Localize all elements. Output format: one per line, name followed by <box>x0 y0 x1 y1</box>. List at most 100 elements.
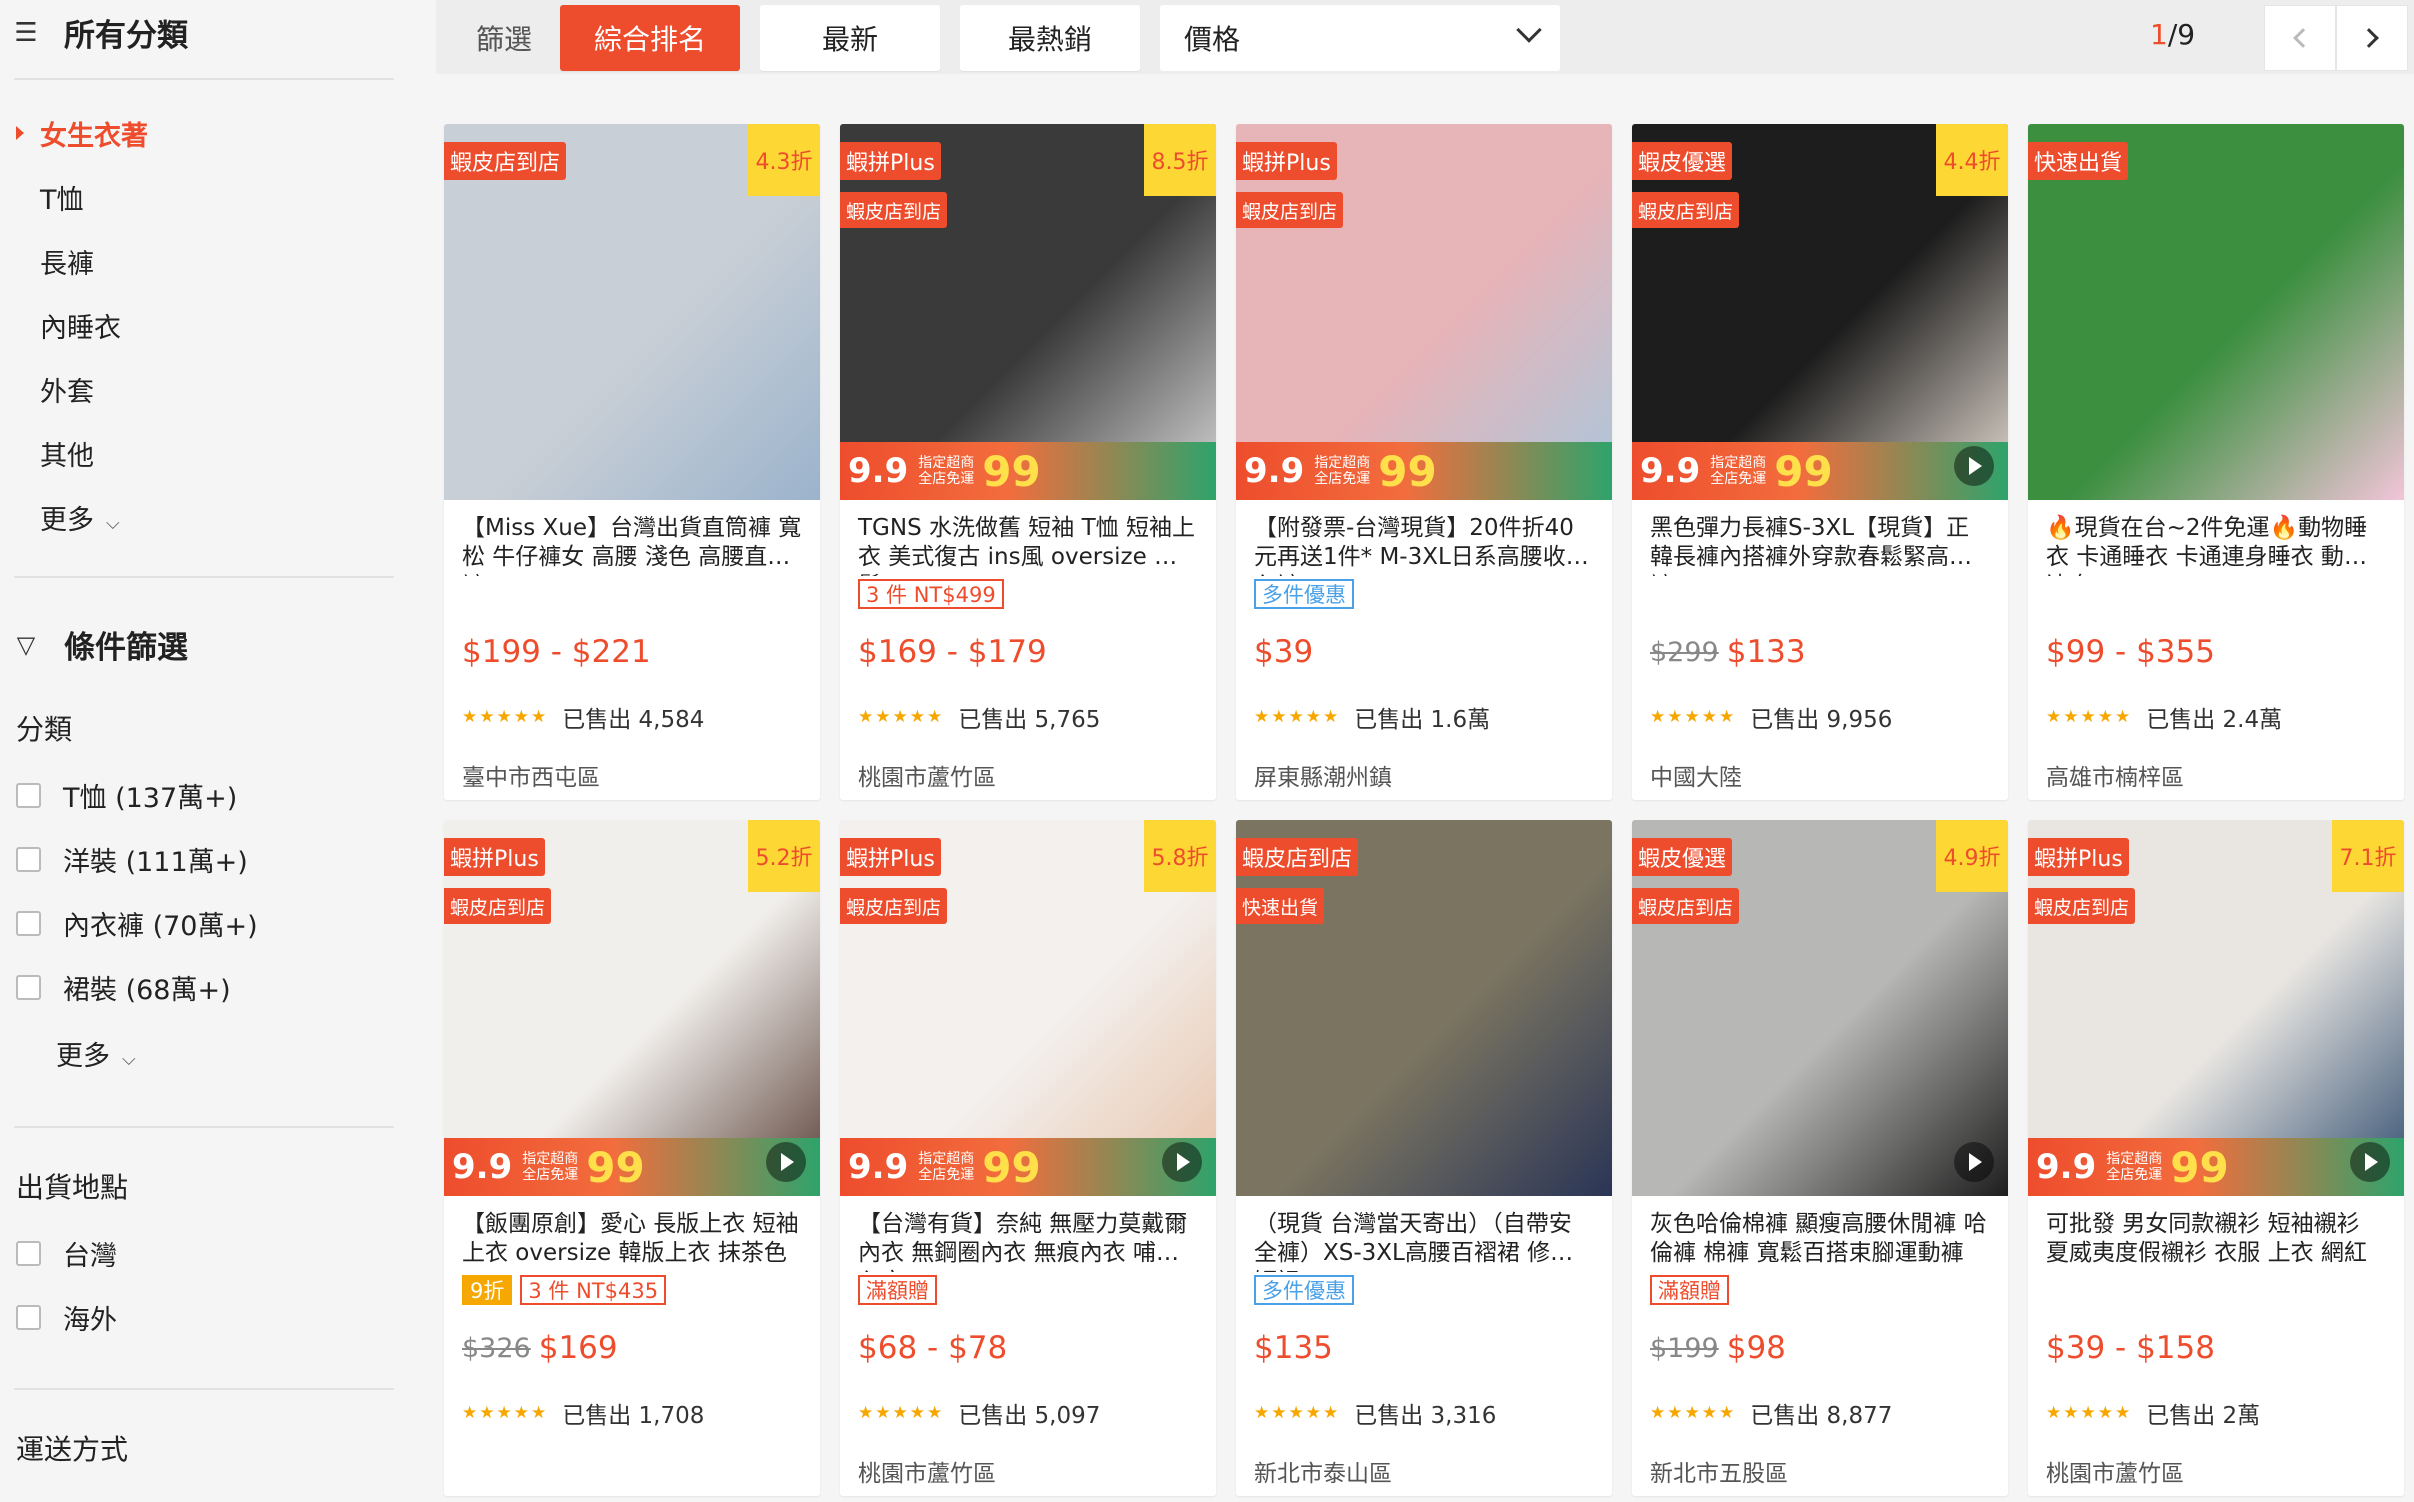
checkbox[interactable] <box>16 1241 41 1266</box>
product-image[interactable]: 蝦拼Plus 蝦皮店到店 5.2折 9.9 指定超商 全店免運 99 <box>444 820 820 1196</box>
product-image[interactable]: 蝦皮店到店 4.3折 <box>444 124 820 500</box>
prev-page-button[interactable] <box>2264 5 2336 71</box>
product-title[interactable]: 黑色彈力長褲S-3XL【現貨】正韓長褲內搭褲外穿款春鬆緊高腰褲 <box>1632 500 2008 576</box>
promo-99: 99 <box>982 1142 1041 1192</box>
product-price-row: $299 $133 <box>1632 632 2008 672</box>
category-other[interactable]: 其他 <box>40 434 94 473</box>
checkbox[interactable] <box>16 975 41 1000</box>
product-title[interactable]: 【附發票-台灣現貨】20件折40元再送1件* M-3XL日系高腰收腹內褲 <box>1236 500 1612 576</box>
checkbox[interactable] <box>16 783 41 808</box>
product-title[interactable]: （現貨 台灣當天寄出）（自帶安全褲）XS-3XL高腰百褶裙 修身短裙 <box>1236 1196 1612 1272</box>
product-image[interactable]: 快速出貨 <box>2028 124 2404 500</box>
filter-option-skirt[interactable]: 裙裝 (68萬+) <box>16 968 231 1007</box>
shop-badge: 蝦皮優選 <box>1632 142 1733 180</box>
rating-sold-row: ★★★★★ 已售出 1,708 <box>444 1396 820 1430</box>
product-card[interactable]: 蝦皮店到店 快速出貨 （現貨 台灣當天寄出）（自帶安全褲）XS-3XL高腰百褶裙 修… <box>1236 820 1612 1496</box>
filter-option-underwear[interactable]: 內衣褲 (70萬+) <box>16 904 258 943</box>
product-card[interactable]: 蝦拼Plus 蝦皮店到店 9.9 指定超商 全店免運 99 【附發票-台灣現貨】20件折40… <box>1236 124 1612 800</box>
product-title[interactable]: 【飯團原創】愛心 長版上衣 短袖上衣 oversize 韓版上衣 抹茶色 <box>444 1196 820 1272</box>
rating-sold-row: ★★★★★ 已售出 9,956 <box>1632 700 2008 734</box>
shop-location: 桃園市蘆竹區 <box>858 765 996 791</box>
play-icon[interactable] <box>2350 1142 2390 1182</box>
shipping-option-overseas[interactable]: 海外 <box>16 1298 117 1337</box>
product-title[interactable]: 🔥現貨在台~2件免運🔥動物睡衣 卡通睡衣 卡通連身睡衣 動物連身 <box>2028 500 2404 576</box>
page-total: /9 <box>2167 18 2196 51</box>
category-sleepwear[interactable]: 內睡衣 <box>40 306 121 345</box>
sort-top-sales-button[interactable]: 最熱銷 <box>960 5 1140 71</box>
shop-location: 屏東縣潮州鎮 <box>1254 765 1392 791</box>
category-women-clothing[interactable]: 女生衣著 <box>40 114 148 153</box>
product-card[interactable]: 蝦拼Plus 蝦皮店到店 5.2折 9.9 指定超商 全店免運 99 【飯團原創】愛心 長版上… <box>444 820 820 1496</box>
product-image[interactable]: 蝦拼Plus 蝦皮店到店 5.8折 9.9 指定超商 全店免運 99 <box>840 820 1216 1196</box>
shipping-option-taiwan[interactable]: 台灣 <box>16 1234 117 1273</box>
shop-badge: 蝦拼Plus <box>1236 142 1337 180</box>
product-card[interactable]: 快速出貨 🔥現貨在台~2件免運🔥動物睡衣 卡通睡衣 卡通連身睡衣 動物連身 $99 … <box>2028 124 2404 800</box>
product-title[interactable]: 【台灣有貨】奈純 無壓力莫戴爾內衣 無鋼圈內衣 無痕內衣 哺乳內衣 <box>840 1196 1216 1272</box>
filter-option-dress[interactable]: 洋裝 (111萬+) <box>16 840 248 879</box>
rating-sold-row: ★★★★★ 已售出 2萬 <box>2028 1396 2404 1430</box>
caret-right-icon <box>16 126 24 140</box>
promo-text: 指定超商 全店免運 <box>2106 1151 2162 1183</box>
product-image[interactable]: 蝦皮店到店 快速出貨 <box>1236 820 1612 1196</box>
product-title[interactable]: 灰色哈倫棉褲 顯瘦高腰休閒褲 哈倫褲 棉褲 寬鬆百搭束腳運動褲 <box>1632 1196 2008 1272</box>
option-label: 裙裝 (68萬+) <box>63 975 231 1006</box>
chevron-down-icon: ⌵ <box>122 1049 136 1070</box>
product-price-row: $199 $98 <box>1632 1328 2008 1368</box>
product-tags <box>2028 1272 2404 1308</box>
product-price: $99 - $355 <box>2046 634 2215 670</box>
checkbox[interactable] <box>16 911 41 936</box>
star-rating-icon: ★★★★★ <box>2046 707 2133 727</box>
product-price: $133 <box>1726 634 1806 670</box>
product-card[interactable]: 蝦拼Plus 蝦皮店到店 8.5折 9.9 指定超商 全店免運 99 TGNS 水洗做舊 短袖… <box>840 124 1216 800</box>
checkbox[interactable] <box>16 1305 41 1330</box>
more-label: 更多 <box>56 1041 110 1072</box>
price-sort-select[interactable]: 價格 <box>1160 5 1560 71</box>
product-image[interactable]: 蝦拼Plus 蝦皮店到店 9.9 指定超商 全店免運 99 <box>1236 124 1612 500</box>
shop-badge: 蝦皮店到店 <box>1236 838 1359 876</box>
play-icon[interactable] <box>766 1142 806 1182</box>
product-title[interactable]: TGNS 水洗做舊 短袖 T恤 短袖上衣 美式復古 ins風 oversize … <box>840 500 1216 576</box>
product-image[interactable]: 蝦皮優選 蝦皮店到店 4.4折 9.9 指定超商 全店免運 99 <box>1632 124 2008 500</box>
promo-tag: 滿額贈 <box>1650 1275 1729 1305</box>
product-title[interactable]: 可批發 男女同款襯衫 短袖襯衫 夏威夷度假襯衫 衣服 上衣 網紅 <box>2028 1196 2404 1272</box>
shop-location: 高雄市楠梓區 <box>2046 765 2184 791</box>
all-categories-header[interactable]: ☰ 所有分類 <box>14 10 188 55</box>
play-icon[interactable] <box>1954 446 1994 486</box>
rating-sold-row: ★★★★★ 已售出 5,765 <box>840 700 1216 734</box>
product-card[interactable]: 蝦皮店到店 4.3折 【Miss Xue】台灣出貨直筒褲 寬松 牛仔褲女 高腰 淺色… <box>444 124 820 800</box>
checkbox[interactable] <box>16 847 41 872</box>
category-tshirt[interactable]: T恤 <box>40 178 84 217</box>
next-page-button[interactable] <box>2336 5 2408 71</box>
product-card[interactable]: 蝦皮優選 蝦皮店到店 4.9折 灰色哈倫棉褲 顯瘦高腰休閒褲 哈倫褲 棉褲 寬鬆百搭束… <box>1632 820 2008 1496</box>
product-price: $68 - $78 <box>858 1330 1008 1366</box>
play-icon[interactable] <box>1954 1142 1994 1182</box>
product-card[interactable]: 蝦拼Plus 蝦皮店到店 5.8折 9.9 指定超商 全店免運 99 【台灣有貨】奈純 無壓力… <box>840 820 1216 1496</box>
sidebar: ☰ 所有分類 女生衣著 T恤 長褲 內睡衣 外套 其他 更多 ⌵ ▽ 條件篩選 分… <box>0 0 430 1502</box>
category-more-button[interactable]: 更多 ⌵ <box>40 498 120 537</box>
product-image[interactable]: 蝦拼Plus 蝦皮店到店 8.5折 9.9 指定超商 全店免運 99 <box>840 124 1216 500</box>
promo-line: 全店免運 <box>1710 471 1767 487</box>
product-image[interactable]: 蝦皮優選 蝦皮店到店 4.9折 <box>1632 820 2008 1196</box>
product-price-row: $199 - $221 <box>444 632 820 672</box>
category-pants[interactable]: 長褲 <box>40 242 94 281</box>
category-jacket[interactable]: 外套 <box>40 370 94 409</box>
product-tags: 滿額贈 <box>840 1272 1216 1308</box>
classification-more-button[interactable]: 更多 ⌵ <box>56 1034 136 1073</box>
list-icon: ☰ <box>14 17 38 48</box>
play-icon[interactable] <box>1162 1142 1202 1182</box>
star-rating-icon: ★★★★★ <box>1650 707 1737 727</box>
product-title[interactable]: 【Miss Xue】台灣出貨直筒褲 寬松 牛仔褲女 高腰 淺色 高腰直筒褲 <box>444 500 820 576</box>
sort-latest-button[interactable]: 最新 <box>760 5 940 71</box>
sort-relevance-button[interactable]: 綜合排名 <box>560 5 740 71</box>
product-image[interactable]: 蝦拼Plus 蝦皮店到店 7.1折 9.9 指定超商 全店免運 99 <box>2028 820 2404 1196</box>
sold-count: 已售出 2萬 <box>2146 1403 2261 1429</box>
product-card[interactable]: 蝦拼Plus 蝦皮店到店 7.1折 9.9 指定超商 全店免運 99 可批發 男女同款襯衫 短… <box>2028 820 2404 1496</box>
shop-badge: 快速出貨 <box>2028 142 2129 180</box>
main-content: 篩選 綜合排名 最新 最熱銷 價格 1/9 蝦皮店到店 4.3折 【Miss Xue… <box>436 0 2414 1502</box>
filter-option-tshirt[interactable]: T恤 (137萬+) <box>16 776 237 815</box>
shop-location: 新北市五股區 <box>1650 1461 1788 1487</box>
product-card[interactable]: 蝦皮優選 蝦皮店到店 4.4折 9.9 指定超商 全店免運 99 黑色彈力長褲S-3XL【現貨… <box>1632 124 2008 800</box>
star-rating-icon: ★★★★★ <box>1254 1403 1341 1423</box>
promo-line: 全店免運 <box>918 1167 975 1183</box>
sort-bar: 篩選 綜合排名 最新 最熱銷 價格 1/9 <box>436 0 2414 74</box>
